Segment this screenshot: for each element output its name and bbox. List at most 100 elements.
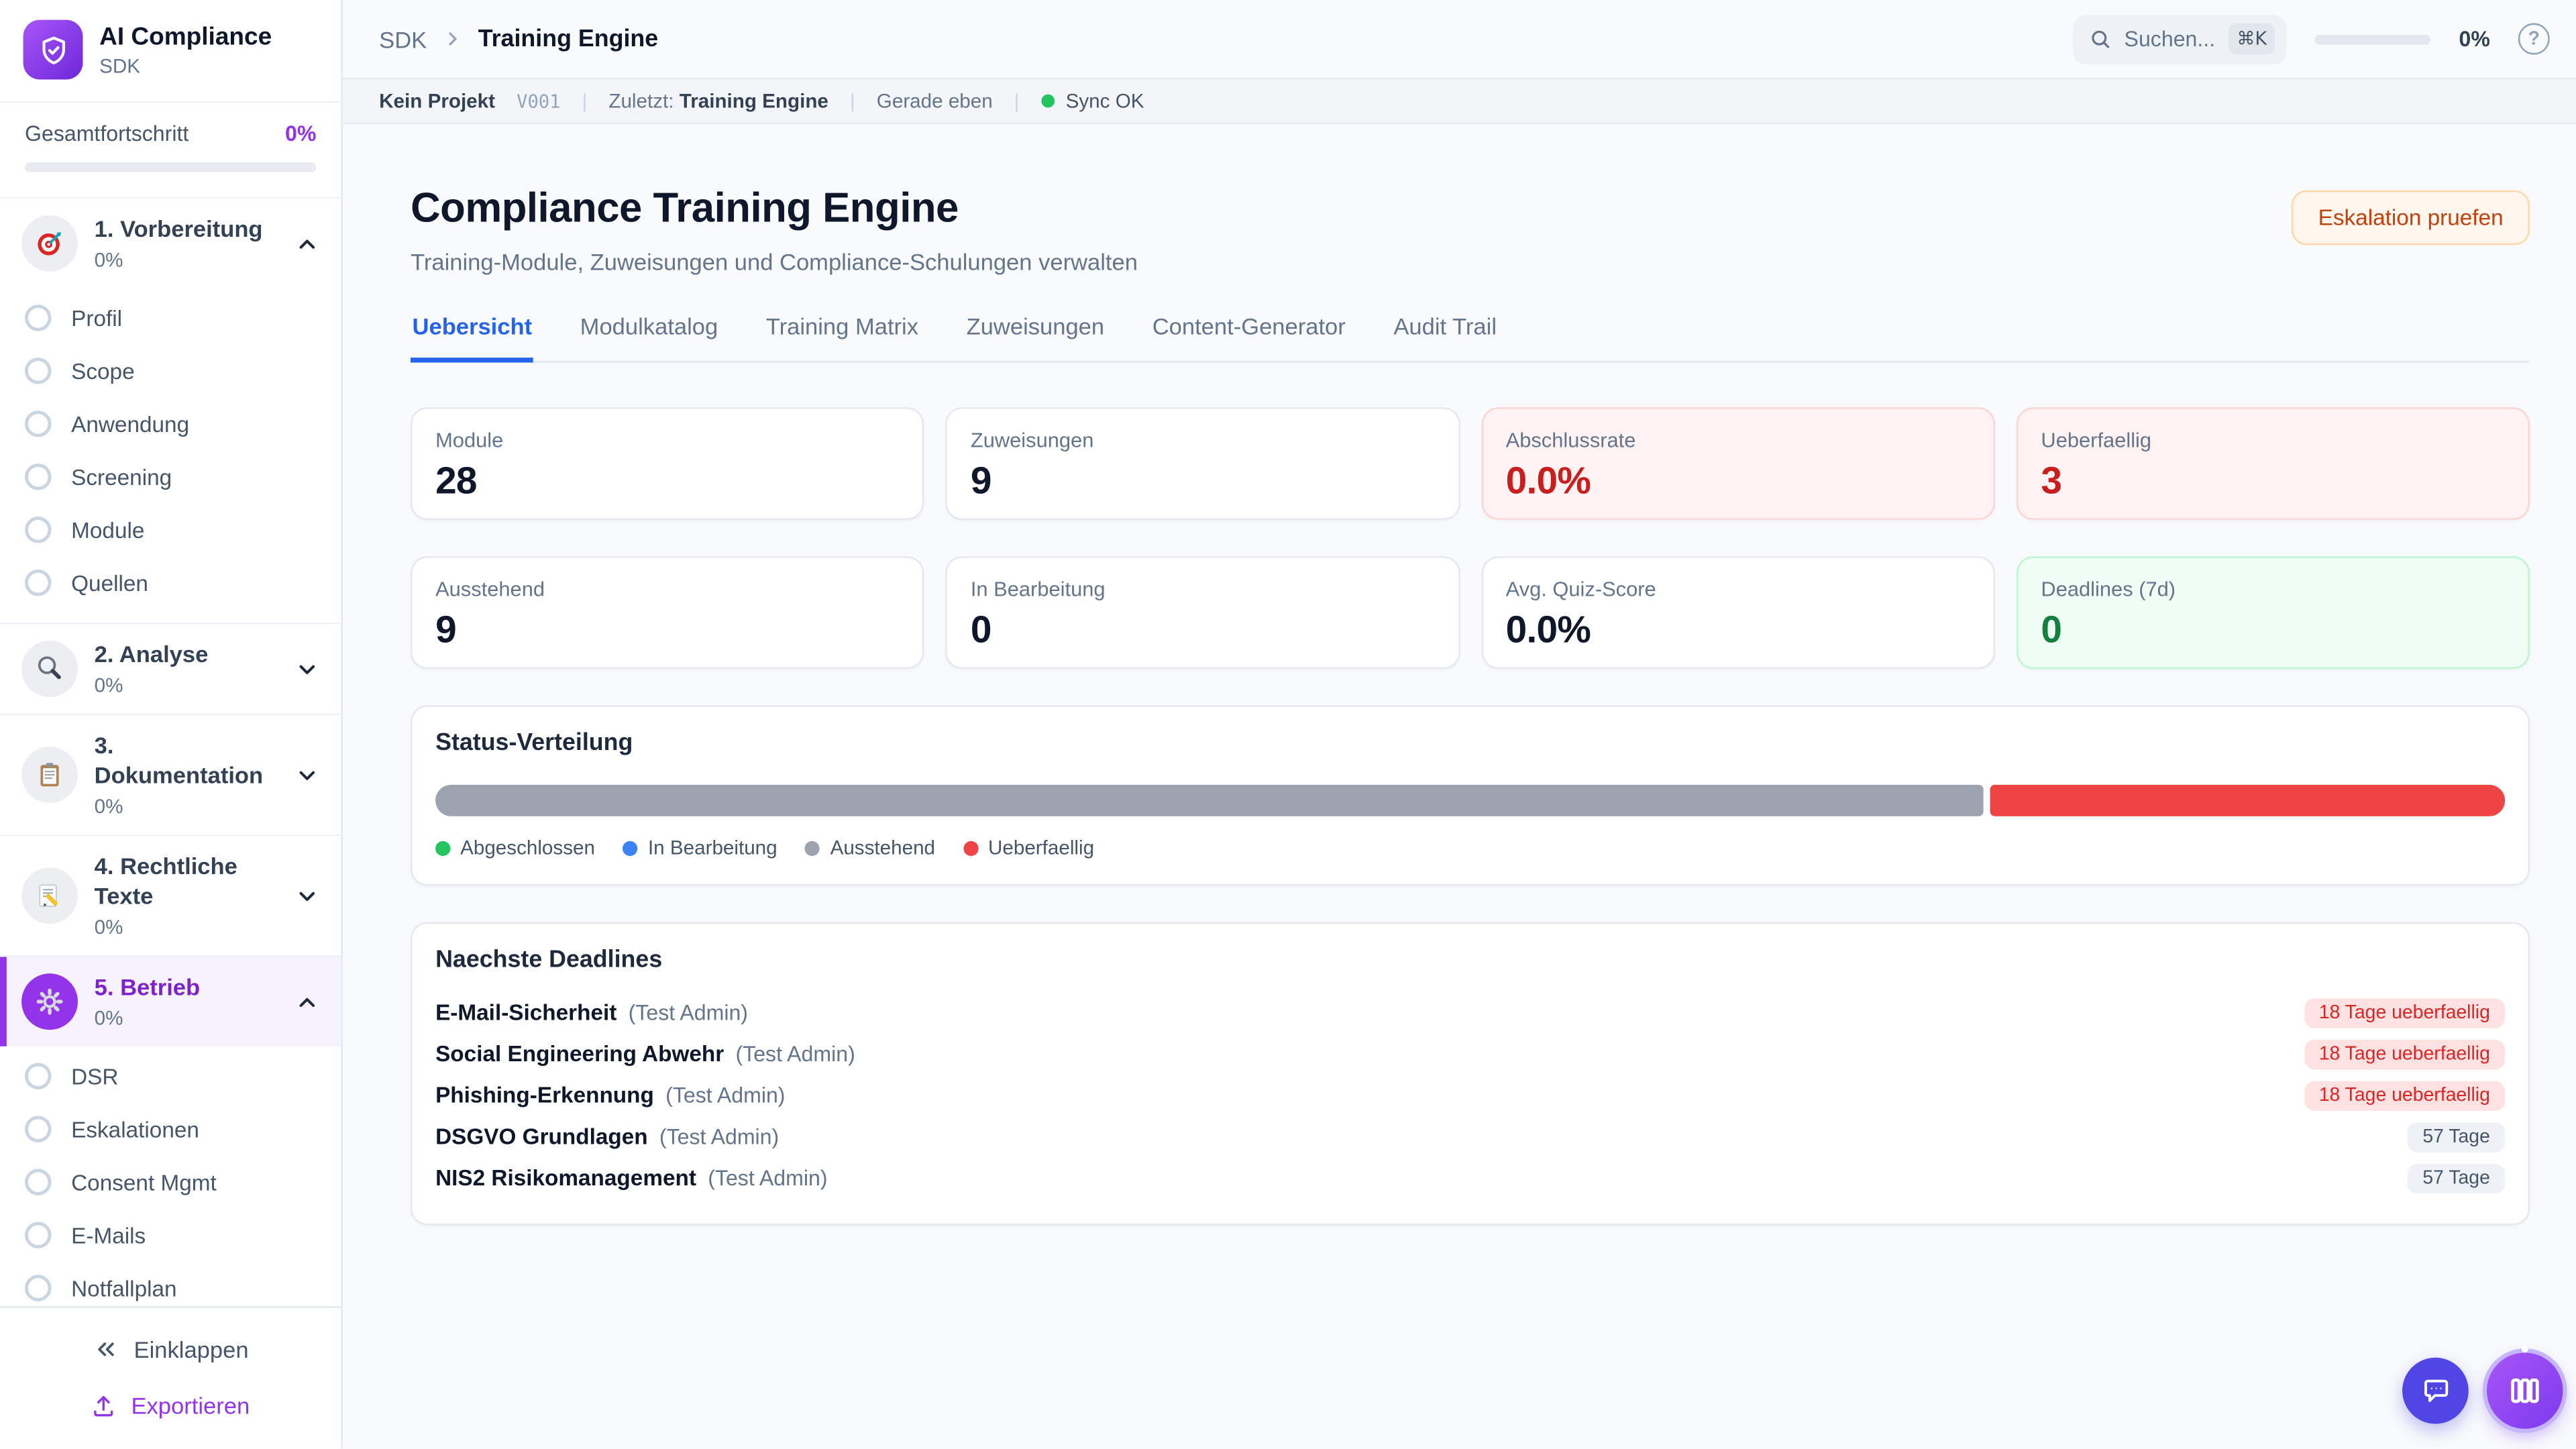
nav-section-rechtliche-texte-header[interactable]: 4. Rechtliche Texte 0% <box>0 836 341 955</box>
deadline-badge: 57 Tage <box>2408 1163 2505 1193</box>
legend-in-bearbeitung: In Bearbeitung <box>623 836 777 859</box>
chevron-up-icon <box>294 989 319 1014</box>
nav-item-dsr[interactable]: DSR <box>0 1050 341 1103</box>
status-bar: Kein Projekt V001 | Zuletzt: Training En… <box>343 79 2576 124</box>
radio-circle-icon <box>25 570 51 596</box>
tab-modulkatalog[interactable]: Modulkatalog <box>578 313 719 362</box>
deadline-badge: 18 Tage ueberfaellig <box>2304 1039 2506 1069</box>
sync-status-label: Sync OK <box>1066 89 1144 113</box>
deadline-badge: 18 Tage ueberfaellig <box>2304 998 2506 1027</box>
sidebar: AI Compliance SDK Gesamtfortschritt 0% <box>0 0 343 1449</box>
tab-audit-trail[interactable]: Audit Trail <box>1392 313 1499 362</box>
nav-section-dokumentation: 3. Dokumentation 0% <box>0 715 341 836</box>
legend-label: Ausstehend <box>830 836 935 859</box>
red-dot-icon <box>963 841 978 855</box>
nav-section-label: 1. Vorbereitung <box>95 215 263 241</box>
chevron-down-icon <box>294 763 319 788</box>
nav-item-quellen[interactable]: Quellen <box>0 556 341 609</box>
nav-section-label: 3. Dokumentation <box>95 732 263 788</box>
main-area: SDK Training Engine Suchen... ⌘K 0% ? <box>343 0 2576 1449</box>
stat-card-abschlussrate: Abschlussrate 0.0% <box>1481 407 1995 520</box>
stat-label: Module <box>435 429 900 452</box>
nav-item-consent-mgmt[interactable]: Consent Mgmt <box>0 1156 341 1209</box>
nav-section-dokumentation-header[interactable]: 3. Dokumentation 0% <box>0 715 341 835</box>
deadline-row[interactable]: Phishing-Erkennung(Test Admin) 18 Tage u… <box>435 1075 2505 1116</box>
tab-zuweisungen[interactable]: Zuweisungen <box>965 313 1106 362</box>
deadline-row[interactable]: Social Engineering Abwehr(Test Admin) 18… <box>435 1033 2505 1075</box>
nav-section-betrieb-header[interactable]: 5. Betrieb 0% <box>0 957 341 1046</box>
nav-item-anwendung[interactable]: Anwendung <box>0 397 341 450</box>
stat-card-ueberfaellig: Ueberfaellig 3 <box>2016 407 2530 520</box>
sidebar-nav: 1. Vorbereitung 0% Profil Scope Anwendun… <box>0 199 341 1306</box>
tab-training-matrix[interactable]: Training Matrix <box>764 313 920 362</box>
stat-value: 9 <box>435 608 900 653</box>
project-name: Kein Projekt <box>379 89 495 113</box>
board-fab-button[interactable] <box>2487 1352 2563 1429</box>
chevron-up-icon <box>294 231 319 256</box>
search-input[interactable]: Suchen... ⌘K <box>2073 14 2287 64</box>
page-header-text: Compliance Training Engine Training-Modu… <box>411 185 1138 274</box>
nav-section-analyse: 2. Analyse 0% <box>0 624 341 715</box>
deadline-assignee: (Test Admin) <box>659 1124 779 1149</box>
nav-item-scope[interactable]: Scope <box>0 344 341 397</box>
radio-circle-icon <box>25 1275 51 1301</box>
export-button[interactable]: Exportieren <box>20 1386 321 1426</box>
nav-section-vorbereitung: 1. Vorbereitung 0% Profil Scope Anwendun… <box>0 199 341 624</box>
deadline-name: NIS2 Risikomanagement <box>435 1165 696 1190</box>
legend-label: In Bearbeitung <box>648 836 777 859</box>
deadline-badge: 57 Tage <box>2408 1122 2505 1151</box>
top-header: SDK Training Engine Suchen... ⌘K 0% ? <box>343 0 2576 79</box>
stat-value: 0 <box>2041 608 2505 653</box>
tab-content-generator[interactable]: Content-Generator <box>1150 313 1347 362</box>
deadline-row[interactable]: DSGVO Grundlagen(Test Admin) 57 Tage <box>435 1116 2505 1157</box>
nav-section-label: 2. Analyse <box>95 641 209 667</box>
stat-label: Ausstehend <box>435 578 900 601</box>
overall-progress: Gesamtfortschritt 0% <box>0 103 341 199</box>
chat-fab-button[interactable] <box>2402 1358 2469 1424</box>
overall-progress-bar <box>25 162 316 172</box>
help-icon[interactable]: ? <box>2518 23 2550 55</box>
app-logo-shield-icon <box>23 20 83 80</box>
sync-status: Sync OK <box>1041 89 1144 113</box>
deadline-row[interactable]: NIS2 Risikomanagement(Test Admin) 57 Tag… <box>435 1157 2505 1199</box>
overall-progress-label: Gesamtfortschritt <box>25 121 189 146</box>
breadcrumb-sdk[interactable]: SDK <box>379 25 427 52</box>
sidebar-footer: Einklappen Exportieren <box>0 1306 341 1448</box>
nav-item-profil[interactable]: Profil <box>0 291 341 344</box>
nav-item-screening[interactable]: Screening <box>0 450 341 503</box>
magnifier-icon <box>21 641 78 697</box>
target-icon <box>21 215 78 272</box>
header-progress-bar <box>2315 34 2431 44</box>
search-placeholder: Suchen... <box>2125 26 2216 51</box>
app-subtitle: SDK <box>99 54 272 77</box>
deadline-name: Phishing-Erkennung <box>435 1083 654 1108</box>
nav-item-module[interactable]: Module <box>0 503 341 556</box>
stat-card-module: Module 28 <box>411 407 924 520</box>
nav-item-e-mails[interactable]: E-Mails <box>0 1209 341 1262</box>
deadline-assignee: (Test Admin) <box>735 1041 855 1066</box>
memo-pencil-icon <box>21 867 78 924</box>
status-distribution-panel: Status-Verteilung Abgeschlossen In Bearb… <box>411 705 2530 885</box>
check-escalation-button[interactable]: Eskalation pruefen <box>2292 191 2530 245</box>
status-distribution-legend: Abgeschlossen In Bearbeitung Ausstehend … <box>435 836 2505 859</box>
breadcrumb: SDK Training Engine <box>379 25 2073 52</box>
nav-section-label: 5. Betrieb <box>95 973 200 1000</box>
nav-item-eskalationen[interactable]: Eskalationen <box>0 1103 341 1156</box>
upload-icon <box>91 1393 116 1418</box>
last-module: Zuletzt: Training Engine <box>608 89 828 113</box>
chevron-down-icon <box>294 657 319 682</box>
page-title: Compliance Training Engine <box>411 185 1138 233</box>
deadline-row[interactable]: E-Mail-Sicherheit(Test Admin) 18 Tage ue… <box>435 991 2505 1033</box>
radio-circle-icon <box>25 358 51 384</box>
legend-abgeschlossen: Abgeschlossen <box>435 836 595 859</box>
export-label: Exportieren <box>131 1393 250 1419</box>
collapse-sidebar-button[interactable]: Einklappen <box>20 1330 321 1369</box>
nav-section-vorbereitung-header[interactable]: 1. Vorbereitung 0% <box>0 199 341 288</box>
nav-item-notfallplan[interactable]: Notfallplan <box>0 1262 341 1307</box>
radio-circle-icon <box>25 464 51 490</box>
breadcrumb-current: Training Engine <box>478 25 658 52</box>
nav-section-analyse-header[interactable]: 2. Analyse 0% <box>0 624 341 713</box>
tab-uebersicht[interactable]: Uebersicht <box>411 313 534 362</box>
radio-circle-icon <box>25 1222 51 1248</box>
stat-card-zuweisungen: Zuweisungen 9 <box>946 407 1460 520</box>
